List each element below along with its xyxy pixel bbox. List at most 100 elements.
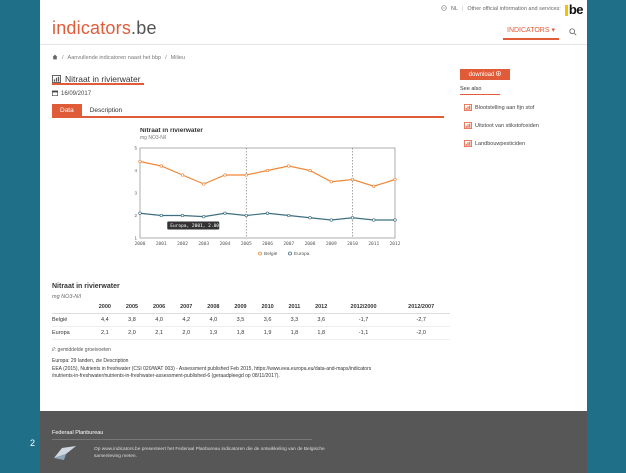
data-point xyxy=(202,182,206,186)
data-point xyxy=(138,159,142,164)
table-cell: 2,0 xyxy=(118,326,146,340)
indicators-menu[interactable]: INDICATORS ▾ xyxy=(503,24,559,40)
table-cell: -1,1 xyxy=(334,326,393,340)
browser-page: NL | Other official information and serv… xyxy=(40,0,587,473)
see-also-item[interactable]: Landbouwpesticiden xyxy=(464,135,539,153)
slide-number: 2 xyxy=(30,438,36,448)
y-tick-label: 2 xyxy=(134,213,137,218)
other-info-link[interactable]: Other official information and services: xyxy=(467,6,560,12)
x-tick-label: 2005 xyxy=(241,241,252,247)
data-point xyxy=(265,168,270,173)
x-tick-label: 2000 xyxy=(135,241,146,247)
planbureau-logo[interactable] xyxy=(52,444,78,462)
chart-title: Nitraat in rivierwater xyxy=(140,128,203,134)
table-unit: mg NO3-N/l xyxy=(52,294,82,300)
publication-date: 16/09/2017 xyxy=(52,90,91,98)
data-point xyxy=(329,218,333,222)
x-tick-label: 2011 xyxy=(368,241,379,247)
footer-divider xyxy=(52,439,312,440)
table-cell: 1,9 xyxy=(254,326,282,340)
column-header: 2007 xyxy=(172,301,200,314)
table-cell: 1,9 xyxy=(199,326,227,340)
column-header: 2009 xyxy=(226,301,255,314)
search-icon[interactable] xyxy=(565,24,581,40)
x-tick-label: 2010 xyxy=(347,241,358,247)
line-chart[interactable]: Nitraat in rivierwatermg NO3-N/l 1 2 3 4 5 200… xyxy=(95,128,405,258)
column-header: 2011 xyxy=(281,301,308,314)
x-tick-label: 2012 xyxy=(390,241,401,247)
table-cell: 2,1 xyxy=(91,326,119,340)
header-divider xyxy=(40,44,587,45)
column-header: 2006 xyxy=(145,301,173,314)
x-tick-label: 2003 xyxy=(198,241,209,247)
data-point xyxy=(159,213,163,218)
separator: | xyxy=(461,6,464,12)
source-line: EEA (2015), Nutrients in freshwater (CSI… xyxy=(52,365,372,372)
see-also-item[interactable]: Uitstoot van stikstofoxiden xyxy=(464,117,539,135)
table-cell: 2,0 xyxy=(172,326,200,340)
footer-title: Federaal Planbureau xyxy=(52,430,104,436)
table-cell: -1,7 xyxy=(334,313,393,327)
data-point xyxy=(265,211,270,215)
data-table: 2000 2005 2006 2007 2008 2009 2010 2011 2012 2012… xyxy=(52,301,450,340)
language-link[interactable]: NL xyxy=(451,6,458,12)
be-logo[interactable]: be xyxy=(564,2,584,17)
table-cell: 3,3 xyxy=(281,313,308,327)
chart-icon xyxy=(52,70,61,88)
data-point xyxy=(308,168,312,173)
source-line: Europa: 29 landen, zie Description xyxy=(52,358,129,364)
breadcrumb-item[interactable]: Aanvullende indicatoren naast het bbp xyxy=(68,55,162,61)
x-tick-label: 2001 xyxy=(156,241,167,247)
data-point xyxy=(350,177,355,182)
data-point xyxy=(244,173,248,177)
table-cell: -2,0 xyxy=(392,326,450,340)
table-cell: 2,1 xyxy=(145,326,173,340)
chart-icon xyxy=(464,103,472,113)
data-point xyxy=(287,213,291,218)
table-cell: 4,2 xyxy=(172,313,200,327)
see-also-item[interactable]: Blootstelling aan fijn stof xyxy=(464,99,539,117)
data-point xyxy=(223,211,227,215)
data-point xyxy=(308,216,312,220)
data-point xyxy=(350,216,355,220)
table-cell: 3,6 xyxy=(307,313,335,327)
x-tick-label: 2008 xyxy=(305,241,316,247)
table-cell: België xyxy=(52,313,92,327)
download-icon xyxy=(496,70,502,78)
column-header: 2012/2007 xyxy=(392,301,450,314)
y-tick-label: 1 xyxy=(134,236,137,241)
column-header: 2008 xyxy=(199,301,227,314)
legend-label: Europa xyxy=(294,251,310,257)
table-title: Nitraat in rivierwater xyxy=(52,283,120,290)
site-footer: Federaal Planbureau Op www.indicators.be… xyxy=(40,411,587,473)
tab-underline xyxy=(52,116,444,118)
site-logo[interactable]: indicators.be xyxy=(52,18,157,39)
column-header: 2012/2000 xyxy=(334,301,393,314)
data-point xyxy=(393,218,397,222)
data-point xyxy=(223,173,227,177)
main-nav: INDICATORS ▾ xyxy=(503,24,581,40)
data-point xyxy=(372,184,376,188)
top-bar: NL | Other official information and serv… xyxy=(441,2,584,17)
legend-marker xyxy=(258,251,262,256)
title-underline xyxy=(52,83,144,85)
see-also-underline xyxy=(460,94,500,95)
see-also-heading: See also xyxy=(460,86,482,92)
download-button[interactable]: download xyxy=(460,69,510,80)
y-tick-label: 3 xyxy=(134,191,137,196)
data-point xyxy=(372,218,376,222)
column-header xyxy=(52,301,92,314)
x-tick-label: 2002 xyxy=(177,241,188,247)
legend-label: België xyxy=(264,251,278,257)
table-row: België 4,4 3,8 4,0 4,2 4,0 3,5 3,6 3,3 3,6 -1,7 -2,… xyxy=(52,313,450,327)
table-cell: 4,0 xyxy=(145,313,173,327)
table-row: Europa 2,1 2,0 2,1 2,0 1,9 1,8 1,9 1,8 1,8 -1,1 -2,… xyxy=(52,326,450,340)
data-point xyxy=(244,213,248,218)
page-title: Nitraat in rivierwater xyxy=(52,70,141,88)
data-point xyxy=(138,211,142,215)
home-icon[interactable] xyxy=(52,54,58,62)
chart-subtitle: mg NO3-N/l xyxy=(140,135,166,141)
table-cell: 3,8 xyxy=(118,313,146,327)
table-cell: 4,4 xyxy=(91,313,119,327)
breadcrumb-item[interactable]: Milieu xyxy=(171,55,185,61)
